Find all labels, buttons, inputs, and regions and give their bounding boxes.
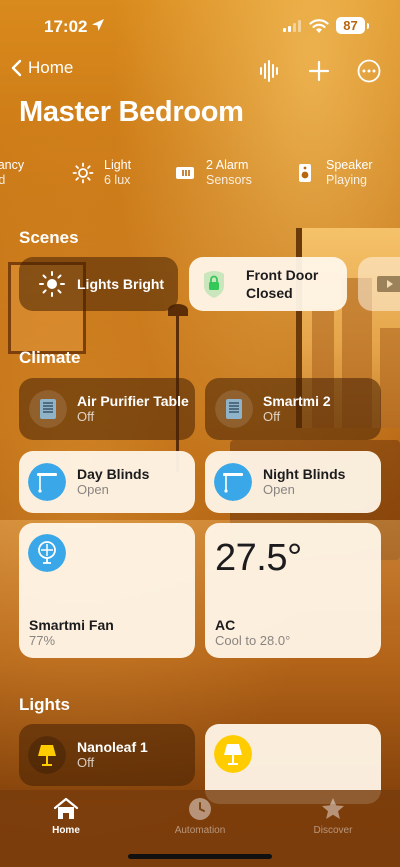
tab-automation[interactable]: Automation bbox=[155, 796, 245, 836]
accessory-state: Off bbox=[263, 409, 281, 424]
sun-icon bbox=[39, 271, 65, 297]
tv-icon bbox=[377, 276, 400, 292]
accessory-name: Smartmi 2 bbox=[263, 393, 331, 409]
nav-bar: Home bbox=[0, 54, 400, 90]
tile-night-blinds[interactable]: Night Blinds Open bbox=[205, 451, 381, 513]
accessory-name: Night Blinds bbox=[263, 466, 346, 482]
accessory-state: 77% bbox=[29, 633, 56, 648]
scene-tile-front-door[interactable]: Front Door Closed bbox=[189, 257, 347, 311]
summary-alarm-sensors[interactable]: 2 Alarm Sensors bbox=[174, 158, 252, 188]
status-bar: 17:02 87 bbox=[0, 0, 400, 54]
fan-icon bbox=[28, 534, 66, 572]
tab-label: Automation bbox=[174, 825, 226, 836]
status-time: 17:02 bbox=[44, 17, 88, 36]
chevron-left-icon bbox=[11, 59, 22, 77]
tile-smartmi-2[interactable]: Smartmi 2 Off bbox=[205, 378, 381, 440]
cellular-signal-icon bbox=[283, 20, 301, 32]
location-arrow-icon bbox=[92, 19, 104, 31]
alarm-sensor-icon bbox=[176, 167, 194, 179]
add-icon[interactable] bbox=[306, 58, 332, 84]
clock-icon bbox=[189, 798, 211, 820]
accessory-name: AC bbox=[215, 617, 236, 633]
scene-name: Lights Bright bbox=[77, 276, 165, 292]
accessory-name: Nanoleaf 1 bbox=[77, 739, 148, 755]
accessory-name: Day Blinds bbox=[77, 466, 150, 482]
summary-light[interactable]: Light 6 lux bbox=[72, 158, 131, 188]
speaker-icon bbox=[299, 164, 311, 182]
accessory-state: Open bbox=[263, 482, 295, 497]
blinds-icon bbox=[214, 463, 252, 501]
tile-air-purifier-table[interactable]: Air Purifier Table Off bbox=[19, 378, 195, 440]
house-icon bbox=[53, 797, 79, 819]
accessory-name: Smartmi Fan bbox=[29, 617, 114, 633]
home-indicator bbox=[128, 854, 272, 859]
tab-label: Home bbox=[52, 825, 80, 836]
tile-day-blinds[interactable]: Day Blinds Open bbox=[19, 451, 195, 513]
tab-home[interactable]: Home bbox=[21, 796, 111, 836]
air-purifier-icon bbox=[215, 390, 253, 428]
scene-tile-tv[interactable] bbox=[358, 257, 400, 311]
ac-current-temperature: 27.5° bbox=[215, 537, 302, 579]
scene-tile-lights-bright[interactable]: Lights Bright bbox=[19, 257, 178, 311]
section-title-lights: Lights bbox=[19, 695, 70, 714]
accessory-state: Open bbox=[77, 482, 109, 497]
star-icon bbox=[322, 798, 344, 819]
tile-nanoleaf-1[interactable]: Nanoleaf 1 Off bbox=[19, 724, 195, 786]
more-icon[interactable] bbox=[356, 58, 382, 84]
back-button[interactable]: Home bbox=[10, 58, 73, 78]
voice-waveform-icon[interactable] bbox=[256, 58, 282, 84]
accessory-name: Air Purifier Table bbox=[77, 393, 189, 409]
accessory-state: Cool to 28.0° bbox=[215, 633, 291, 648]
section-title-climate: Climate bbox=[19, 348, 81, 367]
blinds-icon bbox=[28, 463, 66, 501]
section-title-scenes: Scenes bbox=[19, 228, 79, 247]
tile-ac[interactable]: 27.5° AC Cool to 28.0° bbox=[205, 523, 381, 658]
air-purifier-icon bbox=[29, 390, 67, 428]
scene-state: Closed bbox=[246, 285, 293, 301]
battery-indicator: 87 bbox=[336, 17, 369, 34]
tile-smartmi-fan[interactable]: Smartmi Fan 77% bbox=[19, 523, 195, 658]
wifi-icon bbox=[309, 19, 329, 33]
sun-icon bbox=[72, 162, 94, 184]
back-label: Home bbox=[28, 58, 74, 77]
accessory-state: Off bbox=[77, 409, 95, 424]
page-title: Master Bedroom bbox=[19, 96, 244, 128]
lock-icon bbox=[204, 271, 224, 298]
accessory-state: Off bbox=[77, 755, 95, 770]
summary-occupancy[interactable]: ipancy ted bbox=[0, 158, 24, 188]
lamp-icon bbox=[28, 736, 66, 774]
status-summary-row: ipancy ted Light 6 lux 2 Alarm Sensors bbox=[0, 158, 400, 194]
lamp-icon bbox=[214, 735, 252, 773]
tab-label: Discover bbox=[313, 825, 353, 836]
tab-discover[interactable]: Discover bbox=[288, 796, 378, 836]
summary-speaker[interactable]: Speaker Playing bbox=[294, 158, 373, 188]
scene-name: Front Door bbox=[246, 267, 319, 283]
